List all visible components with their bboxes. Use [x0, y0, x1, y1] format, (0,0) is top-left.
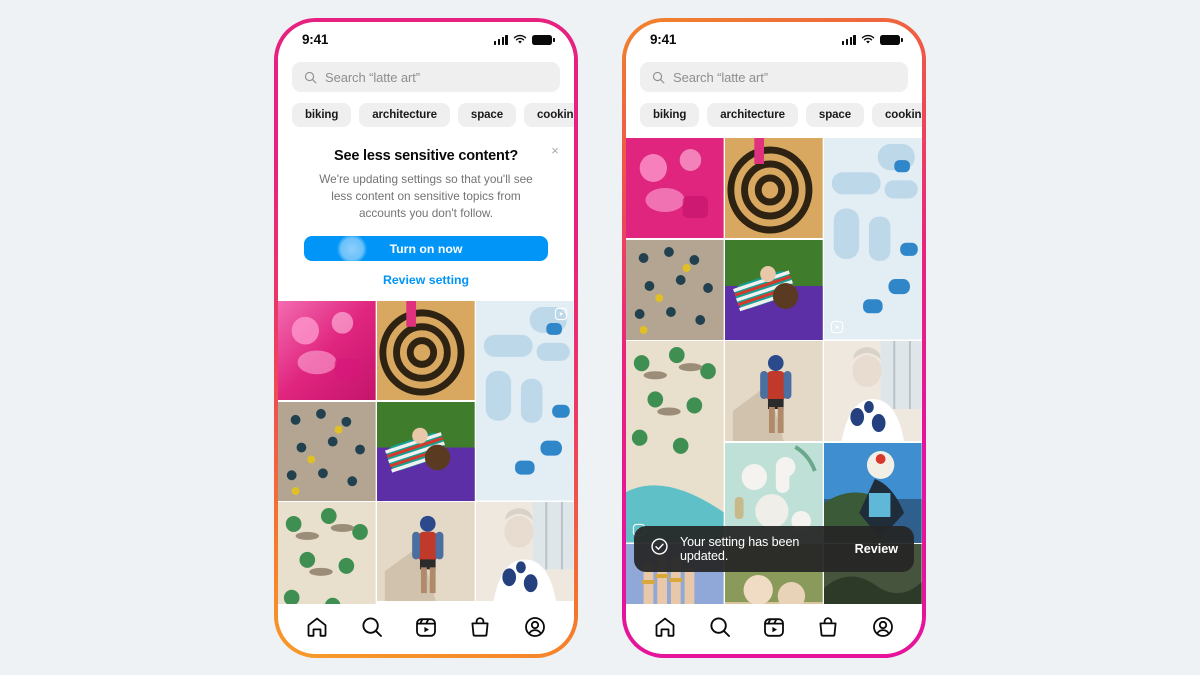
chip-space[interactable]: space [457, 103, 517, 127]
check-circle-icon [650, 537, 669, 561]
status-icons [493, 34, 555, 45]
search-icon [652, 71, 665, 83]
reels-icon [830, 320, 844, 334]
chip-cooking[interactable]: cooking [524, 103, 574, 127]
search-section: Search “latte art” [278, 56, 574, 92]
grid-tile[interactable] [476, 502, 574, 602]
battery-full-icon [880, 34, 903, 45]
photo-couple-on-grass [725, 239, 823, 340]
nav-shop-icon[interactable] [468, 615, 492, 639]
chip-architecture[interactable]: architecture [359, 103, 450, 127]
cellular-bars-icon [493, 34, 508, 45]
bottom-nav-left[interactable] [278, 604, 574, 654]
nav-profile-icon[interactable] [523, 615, 547, 639]
phone-screen-right: 9:41 Search “latte art” biking architect… [626, 22, 922, 654]
chip-cooking[interactable]: cooking [872, 103, 922, 127]
nav-search-icon[interactable] [708, 615, 732, 639]
nav-reels-icon[interactable] [762, 615, 786, 639]
chip-space[interactable]: space [805, 103, 865, 127]
search-input[interactable]: Search “latte art” [640, 62, 908, 92]
toast-message: Your setting has been updated. [680, 535, 800, 563]
screenshot-stage: 9:41 Search “latte art” biking architect… [0, 0, 1200, 675]
chip-biking[interactable]: biking [640, 103, 700, 127]
phone-mockup-left: 9:41 Search “latte art” biking architect… [274, 18, 578, 658]
photo-dancer [725, 341, 823, 441]
tap-ripple-indicator [337, 236, 367, 262]
review-setting-link[interactable]: Review setting [296, 273, 556, 287]
search-placeholder: Search “latte art” [673, 69, 769, 85]
grid-tile[interactable] [626, 138, 724, 238]
topic-chip-row[interactable]: biking architecture space cooking fashio… [278, 92, 574, 138]
status-bar: 9:41 [626, 22, 922, 56]
status-time: 9:41 [650, 31, 677, 47]
dialog-body: We're updating settings so that you'll s… [319, 172, 533, 220]
photo-woman-eating [824, 341, 922, 441]
nav-home-icon[interactable] [653, 615, 677, 639]
battery-full-icon [532, 34, 555, 45]
search-input[interactable]: Search “latte art” [292, 62, 560, 92]
nav-search-icon[interactable] [360, 615, 384, 639]
grid-tile[interactable] [377, 502, 475, 602]
nav-home-icon[interactable] [305, 615, 329, 639]
photo-woman-eating [476, 502, 574, 602]
grid-tile[interactable] [278, 301, 376, 401]
wifi-icon [513, 34, 527, 44]
reels-icon [554, 307, 568, 321]
grid-tile[interactable] [377, 401, 475, 501]
photo-couple-on-grass [377, 401, 475, 501]
photo-grid-left[interactable] [278, 301, 574, 604]
status-time: 9:41 [302, 31, 329, 47]
photo-aerial-palm-beach [626, 341, 724, 543]
photo-pink-tea-party [278, 301, 376, 401]
dialog-title: See less sensitive content? [334, 148, 518, 164]
photo-water-bottles [824, 138, 922, 340]
chip-architecture[interactable]: architecture [707, 103, 798, 127]
phone-screen-left: 9:41 Search “latte art” biking architect… [278, 22, 574, 654]
grid-tile[interactable] [824, 341, 922, 441]
grid-tile[interactable] [278, 502, 376, 604]
sensitive-content-dialog: × See less sensitive content? We're upda… [278, 138, 574, 302]
photo-shadow-circles [725, 138, 823, 238]
photo-dancer [377, 502, 475, 602]
grid-tile[interactable] [377, 301, 475, 401]
phone-mockup-right: 9:41 Search “latte art” biking architect… [622, 18, 926, 658]
close-icon[interactable]: × [548, 144, 562, 158]
chip-biking[interactable]: biking [292, 103, 352, 127]
photo-aerial-umbrellas [278, 401, 376, 501]
grid-tile[interactable] [476, 301, 574, 501]
grid-tile[interactable] [824, 138, 922, 340]
grid-tile[interactable] [626, 239, 724, 340]
turn-on-now-button[interactable]: Turn on now [304, 236, 548, 262]
turn-on-now-label: Turn on now [389, 241, 463, 256]
nav-reels-icon[interactable] [414, 615, 438, 639]
photo-water-bottles [476, 301, 574, 501]
nav-shop-icon[interactable] [816, 615, 840, 639]
photo-pink-tea-party [626, 138, 724, 238]
grid-tile[interactable] [626, 341, 724, 543]
photo-aerial-palm-beach [278, 502, 376, 604]
status-icons [841, 34, 903, 45]
bottom-nav-right[interactable] [626, 604, 922, 654]
setting-updated-toast: Your setting has been updated. Review [634, 526, 914, 572]
photo-shadow-circles [377, 301, 475, 401]
search-placeholder: Search “latte art” [325, 69, 421, 85]
nav-profile-icon[interactable] [871, 615, 895, 639]
grid-tile[interactable] [278, 401, 376, 501]
status-bar: 9:41 [278, 22, 574, 56]
topic-chip-row[interactable]: biking architecture space cooking fashio… [626, 92, 922, 138]
cellular-bars-icon [841, 34, 856, 45]
search-icon [304, 71, 317, 83]
grid-tile[interactable] [725, 138, 823, 238]
wifi-icon [861, 34, 875, 44]
search-section: Search “latte art” [626, 56, 922, 92]
grid-tile[interactable] [725, 341, 823, 441]
toast-review-button[interactable]: Review [855, 542, 898, 556]
grid-tile[interactable] [725, 239, 823, 340]
photo-aerial-umbrellas [626, 239, 724, 340]
